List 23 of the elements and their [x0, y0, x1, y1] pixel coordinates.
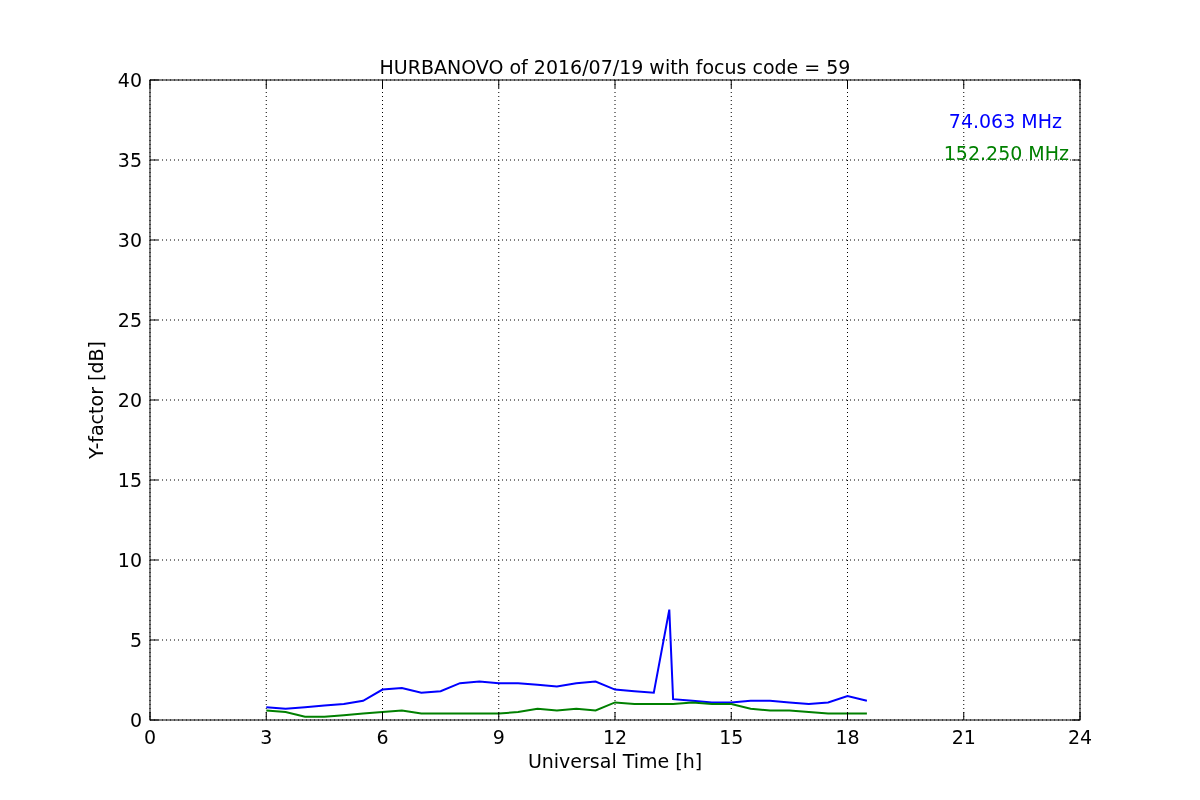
chart-title: HURBANOVO of 2016/07/19 with focus code = 59 [379, 56, 851, 78]
tick-label: 40 [117, 69, 142, 91]
tick-label: 25 [117, 309, 142, 331]
tick-label: 15 [117, 469, 142, 491]
x-axis-label: Universal Time [h] [527, 750, 703, 772]
legend-label: 152.250 MHz [943, 142, 1069, 164]
tick-label: 20 [117, 389, 142, 411]
tick-label: 5 [129, 629, 142, 651]
tick-label: 9 [492, 726, 505, 748]
tick-label: 0 [129, 709, 142, 731]
legend-label: 74.063 MHz [948, 110, 1062, 132]
tick-label: 30 [117, 229, 142, 251]
tick-label: 3 [260, 726, 273, 748]
tick-label: 0 [143, 726, 157, 748]
tick-label: 21 [951, 726, 976, 748]
tick-label: 15 [719, 726, 744, 748]
tick-label: 6 [376, 726, 389, 748]
tick-label: 24 [1067, 726, 1093, 748]
tick-label: 35 [117, 149, 142, 171]
tick-label: 10 [117, 549, 142, 571]
tick-label: 12 [602, 726, 628, 748]
y-axis-label: Y-factor [dB] [85, 341, 107, 459]
tick-label: 18 [835, 726, 860, 748]
